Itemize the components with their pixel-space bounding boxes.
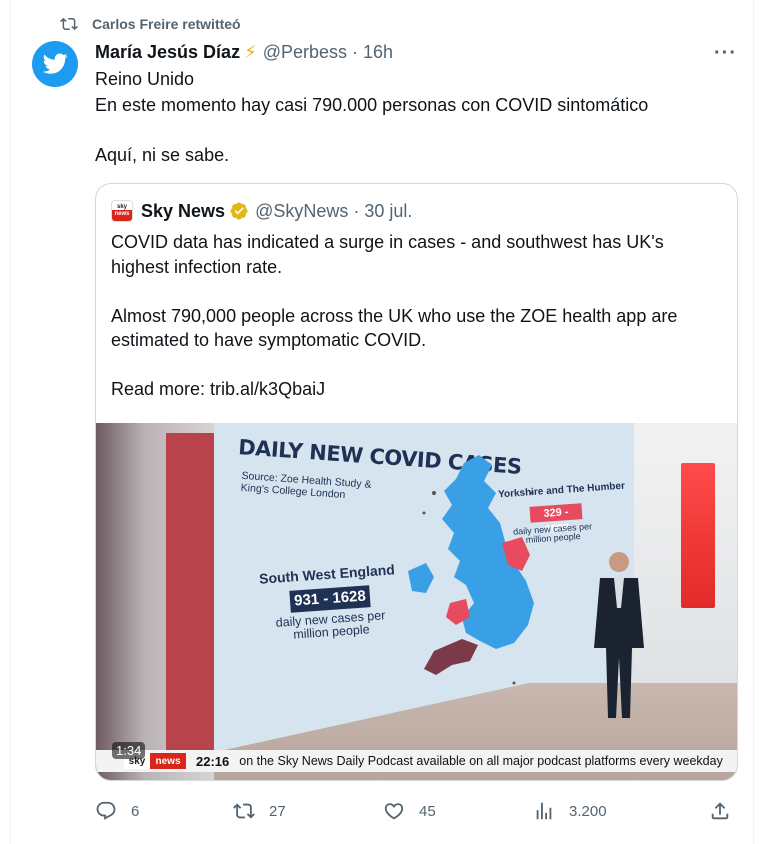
action-bar: 6 27 45 3.200 <box>95 796 735 826</box>
tweet-line: En este momento hay casi 790.000 persona… <box>95 94 649 115</box>
video-player[interactable]: DAILY NEW COVID CASES Source: Zoe Health… <box>96 423 737 780</box>
retweet-context-text[interactable]: Carlos Freire retwitteó <box>92 16 241 32</box>
share-icon <box>711 802 729 820</box>
heart-icon <box>384 803 404 820</box>
views-button[interactable]: 3.200 <box>533 796 607 826</box>
lightning-icon: ⚡ <box>244 41 257 62</box>
verified-gold-icon <box>230 202 248 220</box>
sky-news-avatar[interactable]: sky news <box>111 200 133 222</box>
studio-red-panel <box>166 433 216 753</box>
separator-dot: · <box>353 200 360 221</box>
quote-line: COVID data has indicated a surge in case… <box>111 232 664 252</box>
quote-line: highest infection rate. <box>111 256 283 277</box>
tweet-line: Aquí, ni se sabe. <box>95 145 230 165</box>
presenter-figure <box>594 552 644 718</box>
ticker-time: 22:16 <box>196 753 230 769</box>
reply-button[interactable]: 6 <box>95 796 139 826</box>
twitter-bird-icon <box>42 53 68 74</box>
retweet-count: 27 <box>269 802 286 820</box>
reply-count: 6 <box>131 802 140 820</box>
quote-header: sky news Sky News @SkyNews · 30 jul. <box>111 199 412 223</box>
retweet-icon <box>60 17 78 31</box>
author-name[interactable]: María Jesús Díaz <box>95 42 240 63</box>
like-button[interactable]: 45 <box>383 796 436 826</box>
video-duration: 1:34 <box>112 742 146 759</box>
quote-date[interactable]: 30 jul. <box>364 201 412 222</box>
views-count: 3.200 <box>569 802 607 820</box>
news-ticker: sky news 22:16 on the Sky News Daily Pod… <box>96 750 737 772</box>
studio-red-tower <box>681 463 715 608</box>
like-count: 45 <box>419 802 436 820</box>
quote-author-name[interactable]: Sky News <box>141 201 225 222</box>
quote-line: Almost 790,000 people across the UK who … <box>111 305 678 326</box>
tweet-time[interactable]: 16h <box>363 42 393 63</box>
tweet-line: Reino Unido <box>95 69 195 89</box>
share-button[interactable] <box>709 796 731 826</box>
retweet-button[interactable]: 27 <box>233 796 286 826</box>
reply-icon <box>96 801 116 820</box>
tweet-header: María Jesús Díaz ⚡ @Perbess · 16h <box>95 40 393 64</box>
ticker-text: on the Sky News Daily Podcast available … <box>239 754 723 768</box>
more-icon[interactable]: ··· <box>714 42 737 65</box>
author-handle[interactable]: @Perbess <box>263 42 347 63</box>
retweet-context: Carlos Freire retwitteó <box>60 14 241 34</box>
quoted-tweet[interactable]: sky news Sky News @SkyNews · 30 jul. COV… <box>95 183 738 781</box>
quote-text: COVID data has indicated a surge in case… <box>111 230 726 402</box>
tweet-text: Reino Unido En este momento hay casi 790… <box>95 67 735 169</box>
retweet-icon <box>233 803 255 819</box>
separator-dot: · <box>352 41 359 62</box>
quote-line: estimated to have symptomatic COVID. <box>111 330 427 350</box>
avatar[interactable] <box>32 41 78 87</box>
views-chart-icon <box>536 802 552 820</box>
quote-handle[interactable]: @SkyNews <box>255 201 348 222</box>
quote-link[interactable]: Read more: trib.al/k3QbaiJ <box>111 377 726 402</box>
